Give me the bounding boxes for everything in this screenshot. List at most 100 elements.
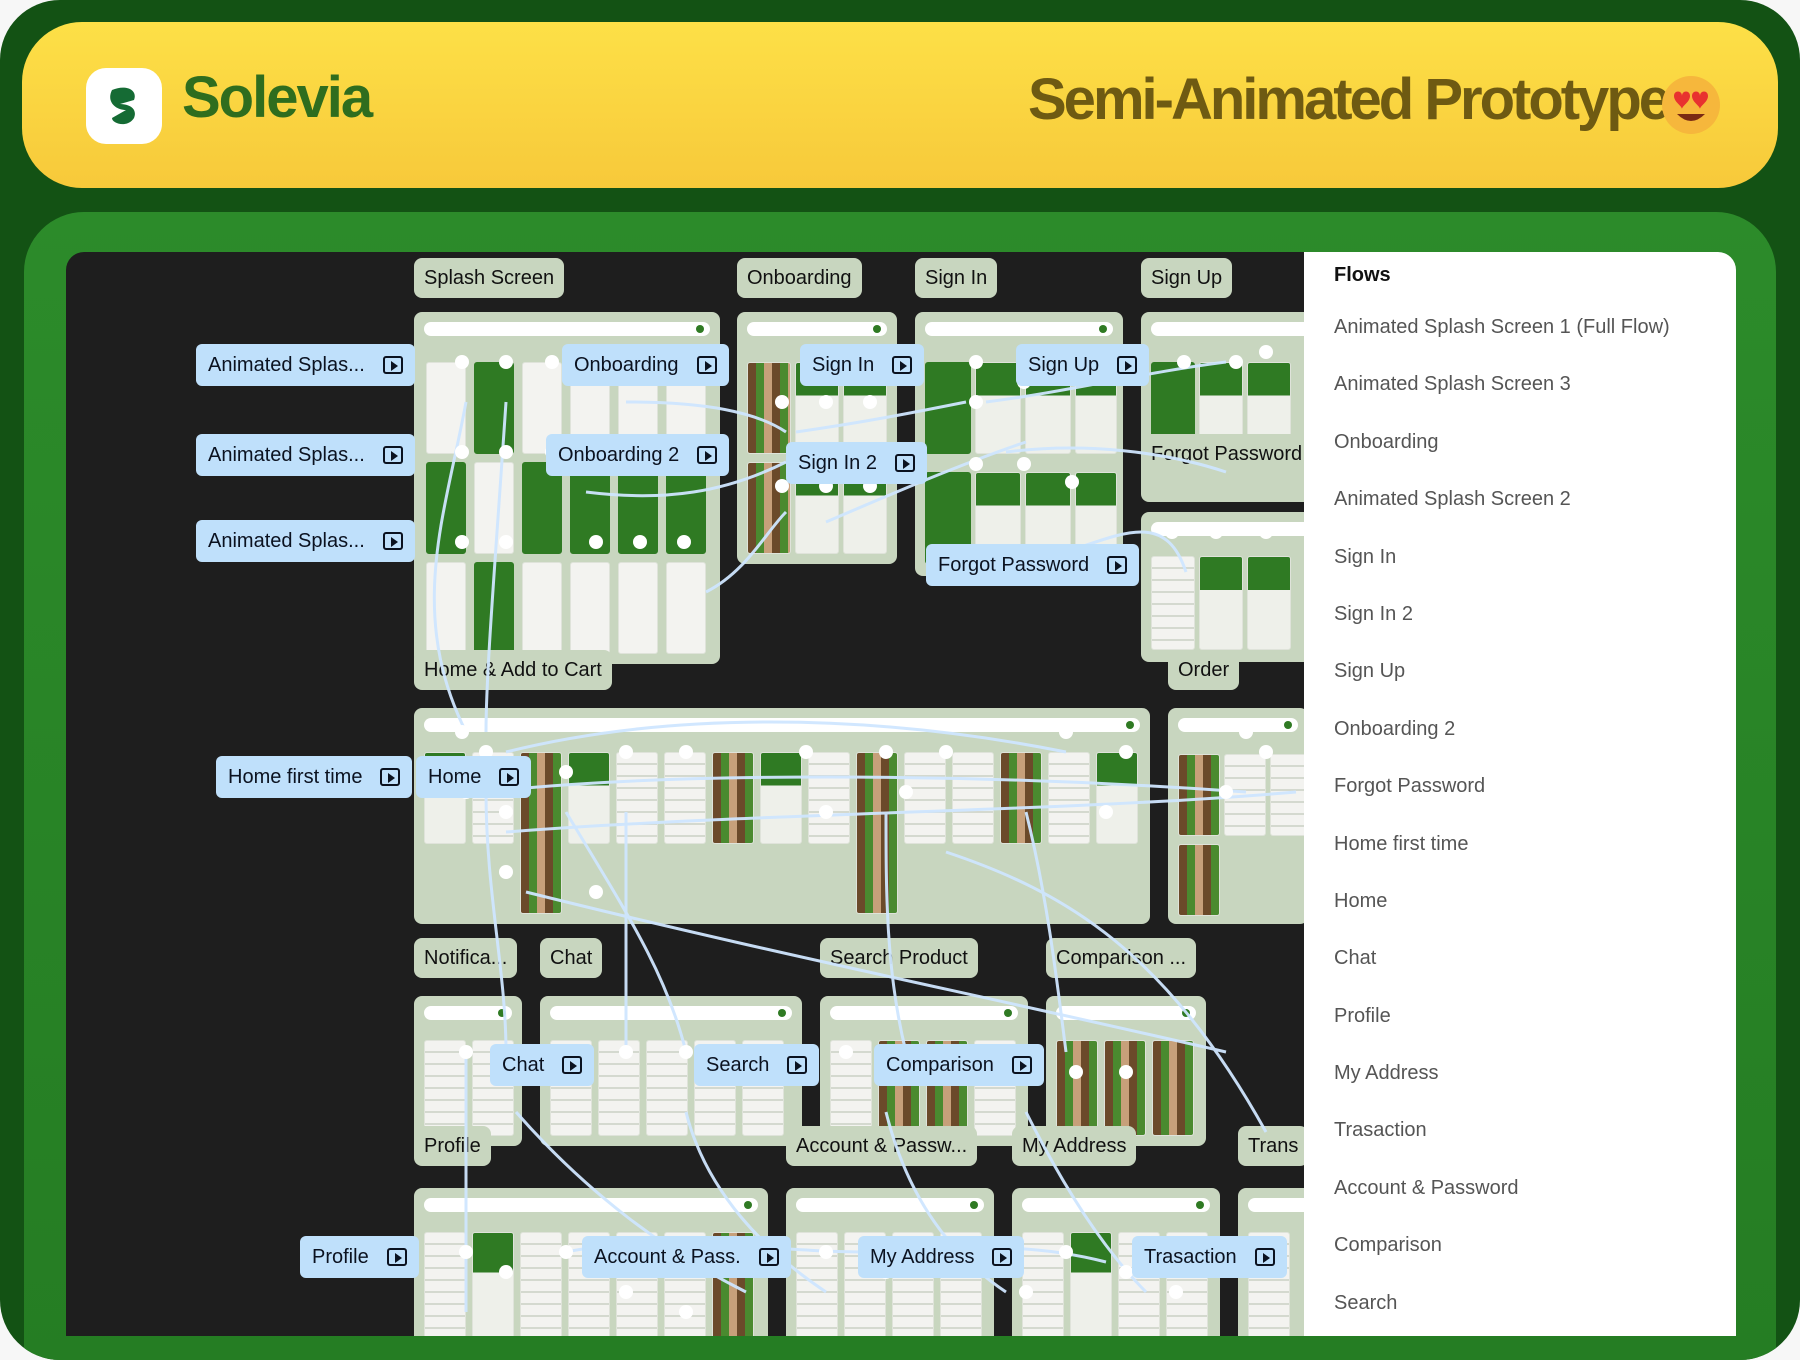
flow-item[interactable]: My Address [1334,1058,1670,1115]
flow-item[interactable]: Sign Up [1334,656,1670,713]
flow-tag-label: Home first time [228,766,363,788]
flow-item[interactable]: Home first time [1334,829,1670,886]
flow-item[interactable]: Onboarding [1334,427,1670,484]
flow-item[interactable]: Sign In [1334,542,1670,599]
flow-tag-label: My Address [870,1246,975,1268]
play-icon[interactable] [992,1248,1013,1266]
solevia-logo-icon [110,87,135,125]
play-icon[interactable] [382,532,403,550]
screen-thumb [664,752,706,844]
screen-thumb [1151,556,1195,650]
flow-item[interactable]: Search [1334,1288,1670,1345]
flow-item[interactable]: Forgot Password [1334,771,1670,828]
section-label-sign-in[interactable]: Sign In [915,258,998,298]
play-icon[interactable] [894,454,915,472]
flow-item[interactable]: Animated Splash Screen 3 [1334,369,1670,426]
flow-tag-search[interactable]: Search [694,1044,820,1086]
flow-tag-chat[interactable]: Chat [490,1044,595,1086]
flow-tag-splash-2[interactable]: Animated Splas... [196,434,415,476]
play-icon[interactable] [380,768,401,786]
screen-thumb [426,562,466,654]
section-label-chat[interactable]: Chat [540,938,603,978]
section-label-splash[interactable]: Splash Screen [414,258,565,298]
flow-item[interactable]: Home [1334,886,1670,943]
screen-thumb [474,562,514,654]
play-icon[interactable] [787,1056,808,1074]
screen-thumb [1178,754,1220,836]
play-icon[interactable] [499,768,520,786]
play-icon[interactable] [382,356,403,374]
flow-tag-home-first-time[interactable]: Home first time [216,756,413,798]
play-icon[interactable] [892,356,913,374]
heart-eyes-emoji-icon [1662,76,1720,134]
screen-thumb [472,1232,514,1336]
section-label-notification[interactable]: Notifica... [414,938,518,978]
flow-item[interactable]: Animated Splash Screen 2 [1334,484,1670,541]
play-icon[interactable] [382,446,403,464]
brand-logo-tile [86,68,162,144]
frame-forgot-password[interactable] [1141,512,1304,662]
flow-item[interactable]: Trasaction [1334,1115,1670,1172]
flow-tag-splash-1[interactable]: Animated Splas... [196,344,415,386]
section-label-onboarding[interactable]: Onboarding [737,258,862,298]
flow-tag-splash-3[interactable]: Animated Splas... [196,520,415,562]
flow-tag-sign-up[interactable]: Sign Up [1016,344,1150,386]
flow-tag-label: Sign Up [1028,354,1100,376]
screen-thumb [1224,754,1266,836]
screen-thumb [1000,752,1042,844]
section-label-search-product[interactable]: Search Product [820,938,978,978]
section-label-order[interactable]: Order [1168,650,1240,690]
play-icon[interactable] [386,1248,407,1266]
section-label-my-address[interactable]: My Address [1012,1126,1137,1166]
flow-tag-label: Sign In 2 [798,452,877,474]
section-label-comparison[interactable]: Comparison ... [1046,938,1197,978]
flow-item[interactable]: Sign In 2 [1334,599,1670,656]
frame-home-add-to-cart[interactable] [414,708,1150,924]
section-label-forgot-password[interactable]: Forgot Password [1141,434,1304,474]
flow-tag-label: Animated Splas... [208,354,365,376]
screen-thumb [616,752,658,844]
flow-tag-transaction[interactable]: Trasaction [1132,1236,1287,1278]
play-icon[interactable] [1254,1248,1275,1266]
section-label-sign-up[interactable]: Sign Up [1141,258,1233,298]
flow-tag-home[interactable]: Home [416,756,532,798]
flow-item[interactable]: Chat [1334,943,1670,1000]
frame-comparison[interactable] [1046,996,1206,1146]
flow-tag-forgot-password[interactable]: Forgot Password [926,544,1140,586]
flow-item[interactable]: Profile [1334,1001,1670,1058]
play-icon[interactable] [1107,556,1128,574]
flow-tag-onboarding[interactable]: Onboarding [562,344,729,386]
frame-order[interactable] [1168,708,1304,924]
screen-thumb [568,752,610,844]
prototype-canvas[interactable]: Splash Screen Onboarding Sign In Sign Up [66,252,1304,1336]
play-icon[interactable] [758,1248,779,1266]
section-label-transaction[interactable]: Trans [1238,1126,1304,1166]
section-label-account-password[interactable]: Account & Passw... [786,1126,978,1166]
flow-tag-comparison[interactable]: Comparison [874,1044,1044,1086]
flow-tag-sign-in[interactable]: Sign In [800,344,925,386]
section-label-home[interactable]: Home & Add to Cart [414,650,612,690]
play-icon[interactable] [696,356,717,374]
section-label-profile[interactable]: Profile [414,1126,491,1166]
flow-tag-label: Profile [312,1246,369,1268]
flow-item[interactable]: Animated Splash Screen 1 (Full Flow) [1334,312,1670,369]
flow-tag-account-password[interactable]: Account & Pass. [582,1236,791,1278]
flow-tag-sign-in-2[interactable]: Sign In 2 [786,442,927,484]
frame-header [925,322,1113,336]
play-icon[interactable] [562,1056,583,1074]
flow-item[interactable]: Account & Password [1334,1173,1670,1230]
frame-header [830,1006,1018,1020]
flow-tag-my-address[interactable]: My Address [858,1236,1025,1278]
flow-tag-onboarding-2[interactable]: Onboarding 2 [546,434,730,476]
page-title: Semi-Animated Prototype [1028,67,1671,132]
screen-thumb [1270,754,1304,836]
screen-thumb [618,562,658,654]
flow-item[interactable]: Comparison [1334,1230,1670,1287]
flow-tag-profile[interactable]: Profile [300,1236,419,1278]
play-icon[interactable] [1011,1056,1032,1074]
screen-thumb [904,752,946,844]
play-icon[interactable] [697,446,718,464]
flow-item[interactable]: Onboarding 2 [1334,714,1670,771]
play-icon[interactable] [1117,356,1138,374]
flow-tag-label: Onboarding 2 [558,444,680,466]
